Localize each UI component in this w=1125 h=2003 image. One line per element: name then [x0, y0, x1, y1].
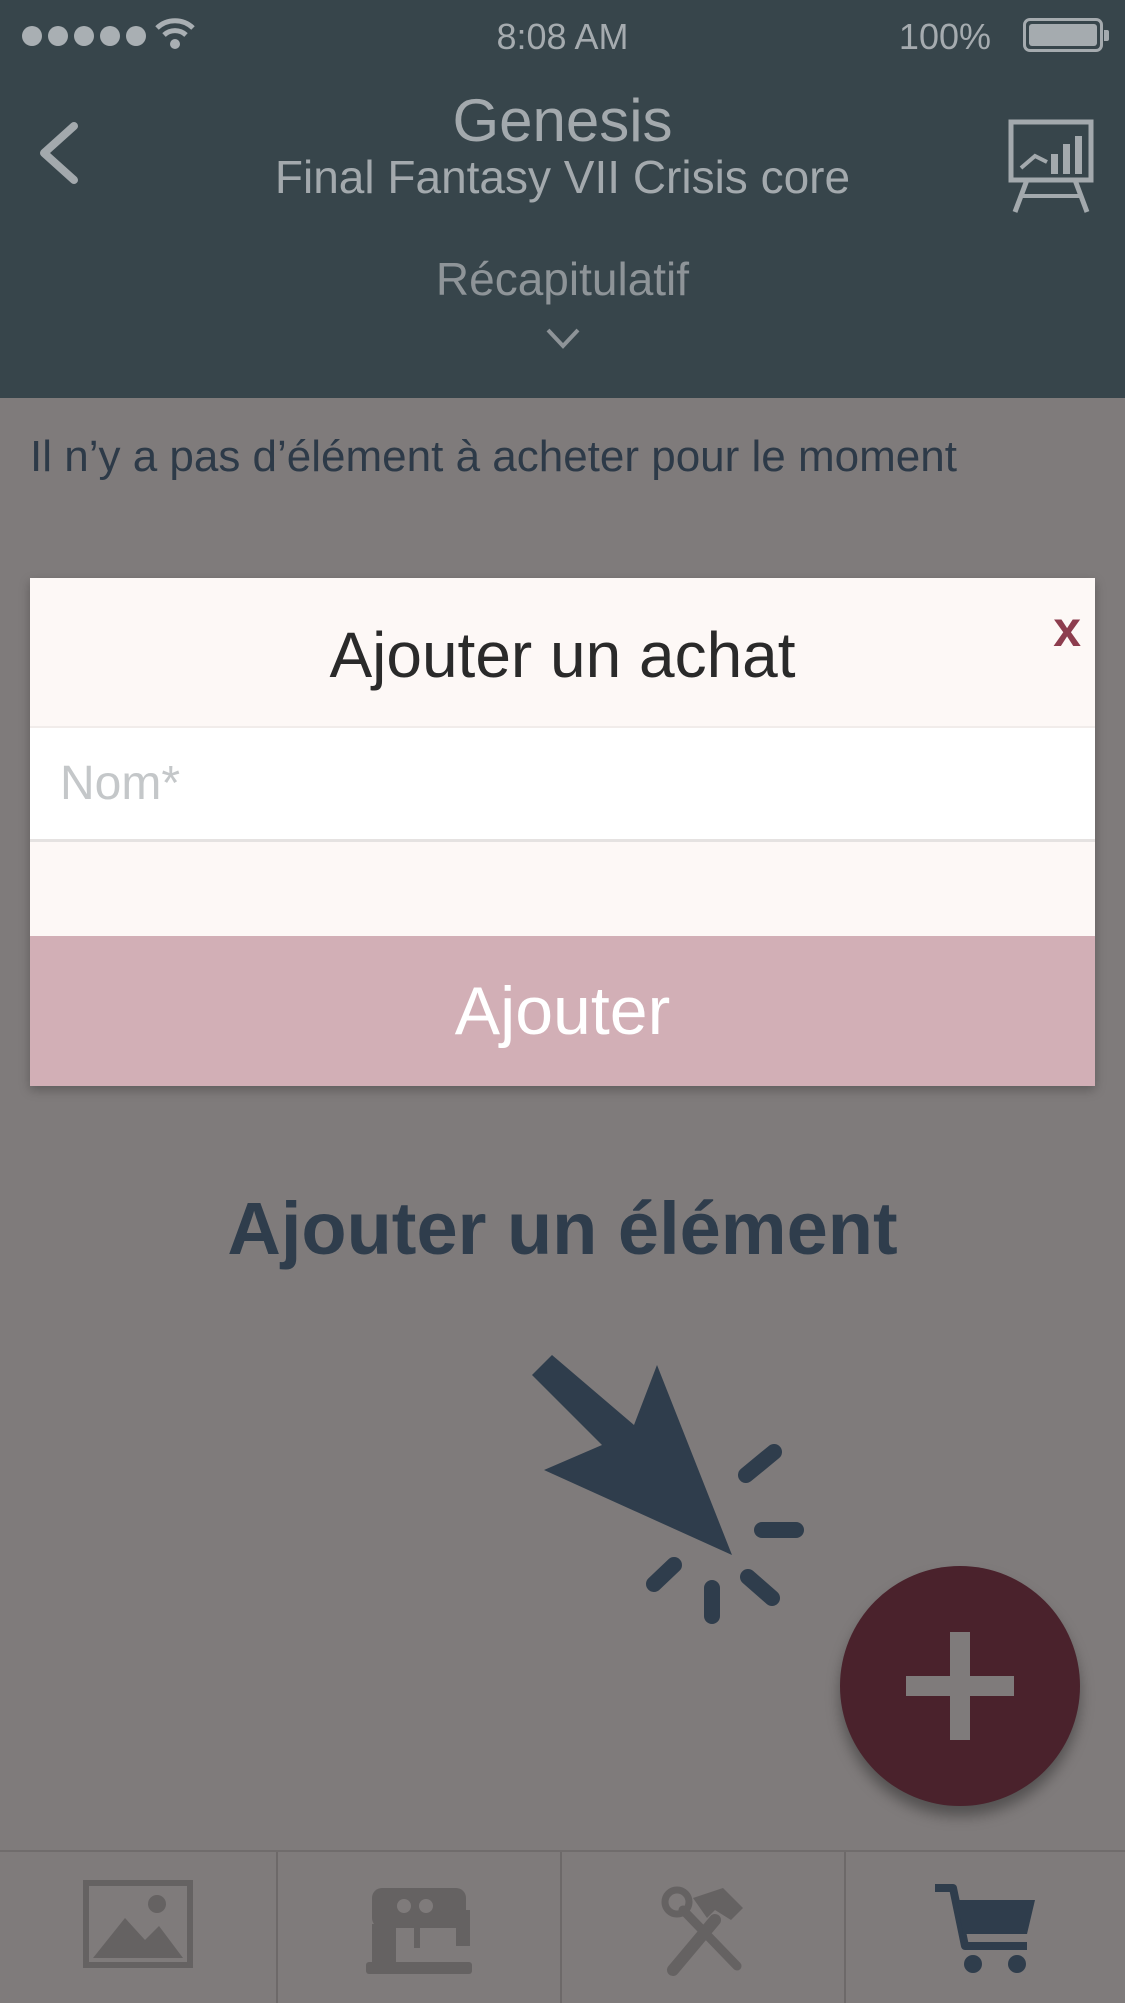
close-button[interactable]: x	[1053, 600, 1081, 658]
tab-sewing[interactable]	[278, 1852, 560, 2003]
battery-icon	[1023, 18, 1109, 52]
add-button[interactable]: Ajouter	[30, 936, 1095, 1086]
page-title: Genesis	[452, 87, 673, 154]
tab-tools[interactable]	[562, 1852, 844, 2003]
section-selector[interactable]: Récapitulatif	[0, 252, 1125, 306]
cart-icon	[934, 1884, 1035, 1973]
dialog-title: Ajouter un achat	[329, 619, 796, 691]
add-fab-button[interactable]	[840, 1566, 1080, 1806]
battery-percentage: 100%	[898, 16, 991, 57]
image-icon	[83, 1880, 193, 1968]
name-input[interactable]	[30, 726, 1095, 842]
add-element-heading: Ajouter un élément	[227, 1187, 898, 1270]
sewing-machine-icon	[366, 1888, 472, 1974]
cursor-click-icon	[532, 1355, 804, 1624]
bottom-tab-bar	[0, 1850, 1125, 2003]
chevron-down-icon[interactable]	[544, 326, 582, 352]
app-header: 8:08 AM 100% Genesis Final Fantasy VII C…	[0, 0, 1125, 398]
add-purchase-dialog: Ajouter un achat x Ajouter	[30, 578, 1095, 1086]
empty-message: Il n’y a pas d’élément à acheter pour le…	[30, 432, 957, 481]
tab-images[interactable]	[0, 1852, 276, 2003]
page-subtitle: Final Fantasy VII Crisis core	[274, 151, 851, 203]
tools-icon	[661, 1886, 743, 1976]
tab-cart[interactable]	[846, 1852, 1125, 2003]
stats-button[interactable]	[1007, 118, 1095, 214]
status-bar: 8:08 AM 100%	[0, 0, 1125, 70]
